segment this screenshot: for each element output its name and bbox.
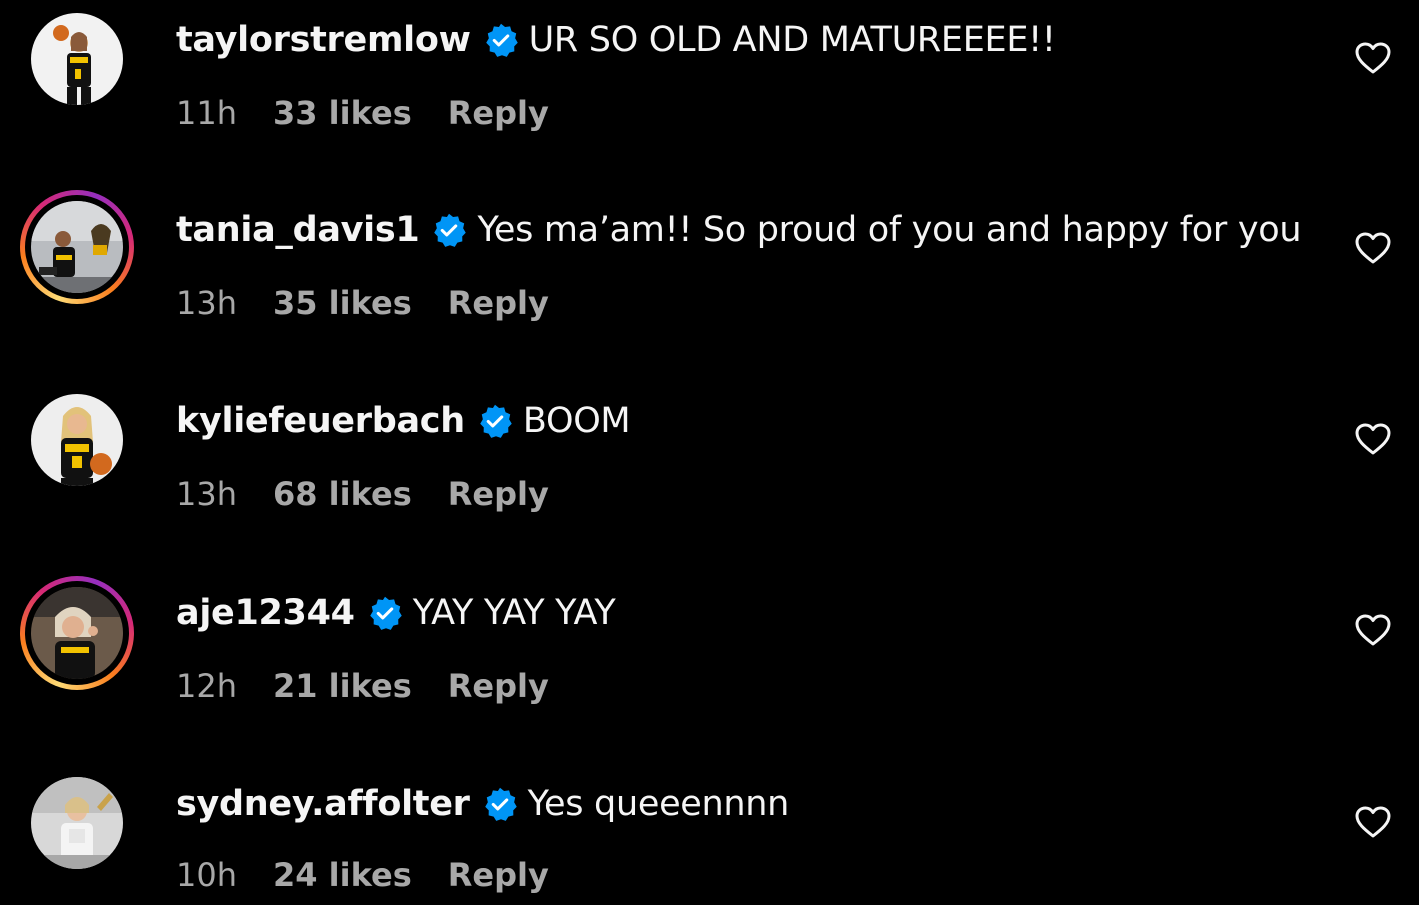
avatar[interactable] [31, 13, 123, 105]
comment-username[interactable]: kyliefeuerbach [176, 401, 465, 441]
comment-timestamp: 13h [176, 475, 237, 513]
comment-timestamp: 11h [176, 94, 237, 132]
comment-username[interactable]: sydney.affolter [176, 784, 470, 824]
comment-item: taylorstremlow UR SO OLD AND MATUREEEE!!… [0, 0, 1419, 140]
comment-text: Yes ma’am!! So proud of you and happy fo… [477, 210, 1302, 250]
like-heart-icon[interactable] [1354, 231, 1392, 265]
comment-text: UR SO OLD AND MATUREEEE!! [528, 20, 1056, 60]
comment-likes-count[interactable]: 33 likes [273, 94, 412, 132]
avatar-image [31, 394, 123, 486]
comment-item: aje12344 YAY YAY YAY 12h 21 likes Reply [0, 573, 1419, 713]
comment-item: kyliefeuerbach BOOM 13h 68 likes Reply [0, 381, 1419, 521]
comment-likes-count[interactable]: 24 likes [273, 856, 412, 894]
like-heart-icon[interactable] [1354, 613, 1392, 647]
comment-likes-count[interactable]: 35 likes [273, 284, 412, 322]
comment-timestamp: 12h [176, 667, 237, 705]
like-heart-icon[interactable] [1354, 805, 1392, 839]
avatar-image [31, 13, 123, 105]
avatar-story-ring[interactable] [20, 190, 134, 304]
comment-timestamp: 10h [176, 856, 237, 894]
reply-button[interactable]: Reply [448, 856, 549, 894]
comment-text: BOOM [522, 401, 631, 441]
verified-badge-icon [367, 595, 403, 631]
avatar-image [31, 777, 123, 869]
comment-username[interactable]: taylorstremlow [176, 20, 471, 60]
like-heart-icon[interactable] [1354, 422, 1392, 456]
comment-username[interactable]: tania_davis1 [176, 210, 420, 250]
verified-badge-icon [483, 22, 519, 58]
comment-likes-count[interactable]: 68 likes [273, 475, 412, 513]
comment-text: YAY YAY YAY [412, 593, 616, 633]
verified-badge-icon [431, 212, 467, 248]
comment-text: Yes queeennnn [527, 784, 790, 824]
avatar-story-ring[interactable] [20, 576, 134, 690]
avatar[interactable] [31, 394, 123, 486]
avatar[interactable] [31, 777, 123, 869]
reply-button[interactable]: Reply [448, 667, 549, 705]
comment-item: sydney.affolter Yes queeennnn 10h 24 lik… [0, 764, 1419, 904]
reply-button[interactable]: Reply [448, 94, 549, 132]
comment-item: tania_davis1 Yes ma’am!! So proud of you… [0, 190, 1419, 330]
comment-likes-count[interactable]: 21 likes [273, 667, 412, 705]
comment-username[interactable]: aje12344 [176, 593, 355, 633]
avatar-image [31, 201, 123, 293]
like-heart-icon[interactable] [1354, 41, 1392, 75]
verified-badge-icon [477, 403, 513, 439]
comment-timestamp: 13h [176, 284, 237, 322]
avatar-image [31, 587, 123, 679]
verified-badge-icon [482, 786, 518, 822]
reply-button[interactable]: Reply [448, 284, 549, 322]
reply-button[interactable]: Reply [448, 475, 549, 513]
